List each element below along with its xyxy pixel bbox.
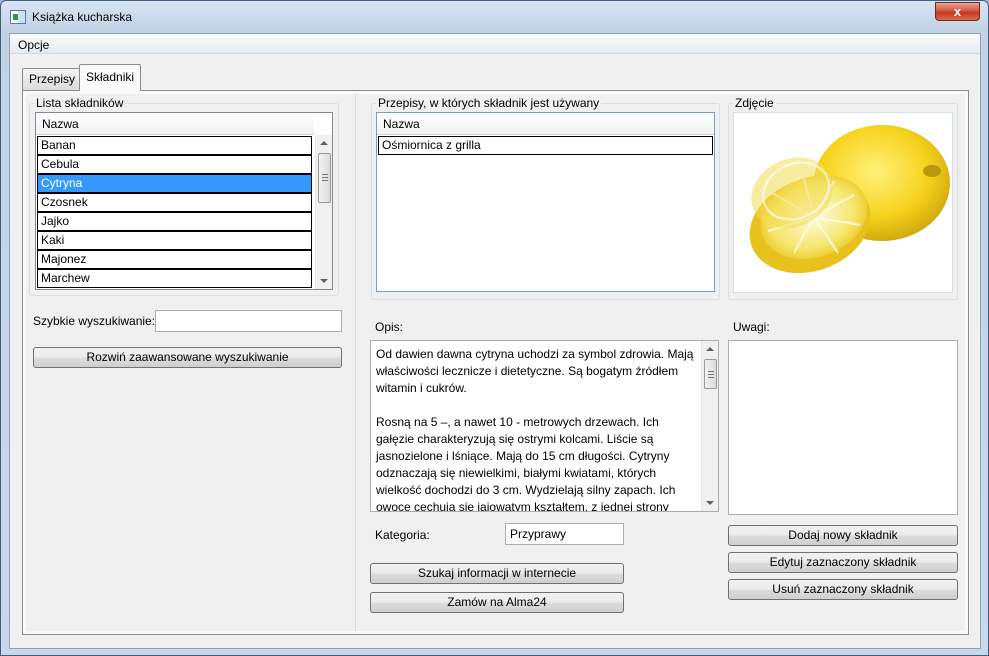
scroll-thumb[interactable] bbox=[704, 359, 717, 389]
add-ingredient-button[interactable]: Dodaj nowy składnik bbox=[728, 525, 958, 546]
close-button[interactable]: x bbox=[935, 2, 980, 21]
description-label: Opis: bbox=[375, 320, 404, 334]
window-title: Książka kucharska bbox=[32, 10, 133, 24]
list-item[interactable]: Ośmiornica z grilla bbox=[378, 136, 713, 155]
advanced-search-button[interactable]: Rozwiń zaawansowane wyszukiwanie bbox=[33, 347, 342, 368]
ingredients-group-title: Lista składników bbox=[34, 96, 126, 110]
list-item[interactable]: Majonez bbox=[37, 250, 312, 269]
tab-skladniki[interactable]: Składniki bbox=[79, 64, 142, 91]
scroll-up-icon[interactable] bbox=[320, 141, 328, 145]
tab-panel-skladniki: Lista składników Nazwa Banan Cebula Cytryn… bbox=[22, 90, 969, 635]
list-item[interactable]: Marchew bbox=[37, 269, 312, 288]
recipes-group-title: Przepisy, w których składnik jest używan… bbox=[376, 96, 602, 110]
lemon-photo bbox=[733, 112, 953, 293]
ingredients-group: Lista składników Nazwa Banan Cebula Cytryn… bbox=[29, 96, 339, 296]
delete-ingredient-button[interactable]: Usuń zaznaczony składnik bbox=[728, 579, 958, 600]
ingredients-scrollbar[interactable] bbox=[315, 135, 332, 289]
description-scrollbar[interactable] bbox=[701, 341, 718, 511]
ingredients-column-header[interactable]: Nazwa bbox=[36, 113, 314, 135]
recipes-list[interactable]: Nazwa Ośmiornica z grilla bbox=[376, 112, 715, 292]
order-alma24-button[interactable]: Zamów na Alma24 bbox=[370, 592, 624, 613]
search-internet-button[interactable]: Szukaj informacji w internecie bbox=[370, 563, 624, 584]
recipes-column-header[interactable]: Nazwa bbox=[377, 113, 714, 135]
category-field[interactable]: Przyprawy bbox=[505, 523, 624, 545]
menu-bar: Opcje bbox=[10, 34, 980, 54]
photo-group: Zdjęcie bbox=[728, 96, 958, 300]
quick-search-input[interactable] bbox=[155, 310, 342, 332]
title-bar[interactable]: Książka kucharska x bbox=[1, 1, 988, 33]
list-item[interactable]: Jajko bbox=[37, 212, 312, 231]
app-icon bbox=[10, 10, 26, 24]
column-divider bbox=[355, 94, 356, 631]
list-item[interactable]: Czosnek bbox=[37, 193, 312, 212]
lemon-icon bbox=[749, 125, 950, 274]
description-textarea[interactable]: Od dawien dawna cytryna uchodzi za symbo… bbox=[370, 340, 719, 512]
photo-group-title: Zdjęcie bbox=[733, 96, 776, 110]
quick-search-label: Szybkie wyszukiwanie: bbox=[33, 314, 156, 328]
ingredients-list[interactable]: Nazwa Banan Cebula Cytryna Czosnek Jajko Kaki… bbox=[35, 112, 333, 290]
scroll-up-icon[interactable] bbox=[706, 347, 714, 351]
scroll-thumb[interactable] bbox=[318, 153, 331, 203]
main-window: Książka kucharska x Opcje Przepisy Skład… bbox=[0, 0, 989, 656]
list-item[interactable]: Kaki bbox=[37, 231, 312, 250]
category-label: Kategoria: bbox=[375, 528, 430, 542]
scroll-down-icon[interactable] bbox=[706, 501, 714, 505]
recipes-group: Przepisy, w których składnik jest używan… bbox=[371, 96, 720, 300]
client-area: Opcje Przepisy Składniki Lista składnikó… bbox=[9, 33, 981, 649]
description-text: Od dawien dawna cytryna uchodzi za symbo… bbox=[376, 347, 694, 512]
menu-opcje[interactable]: Opcje bbox=[18, 38, 49, 52]
list-item[interactable]: Cytryna bbox=[37, 174, 312, 193]
notes-label: Uwagi: bbox=[733, 320, 770, 334]
panel-content: Lista składników Nazwa Banan Cebula Cytryn… bbox=[26, 94, 965, 631]
scroll-down-icon[interactable] bbox=[320, 279, 328, 283]
notes-textarea[interactable] bbox=[728, 340, 958, 515]
edit-ingredient-button[interactable]: Edytuj zaznaczony składnik bbox=[728, 552, 958, 573]
list-item[interactable]: Banan bbox=[37, 136, 312, 155]
tab-przepisy[interactable]: Przepisy bbox=[22, 68, 83, 90]
list-item[interactable]: Cebula bbox=[37, 155, 312, 174]
